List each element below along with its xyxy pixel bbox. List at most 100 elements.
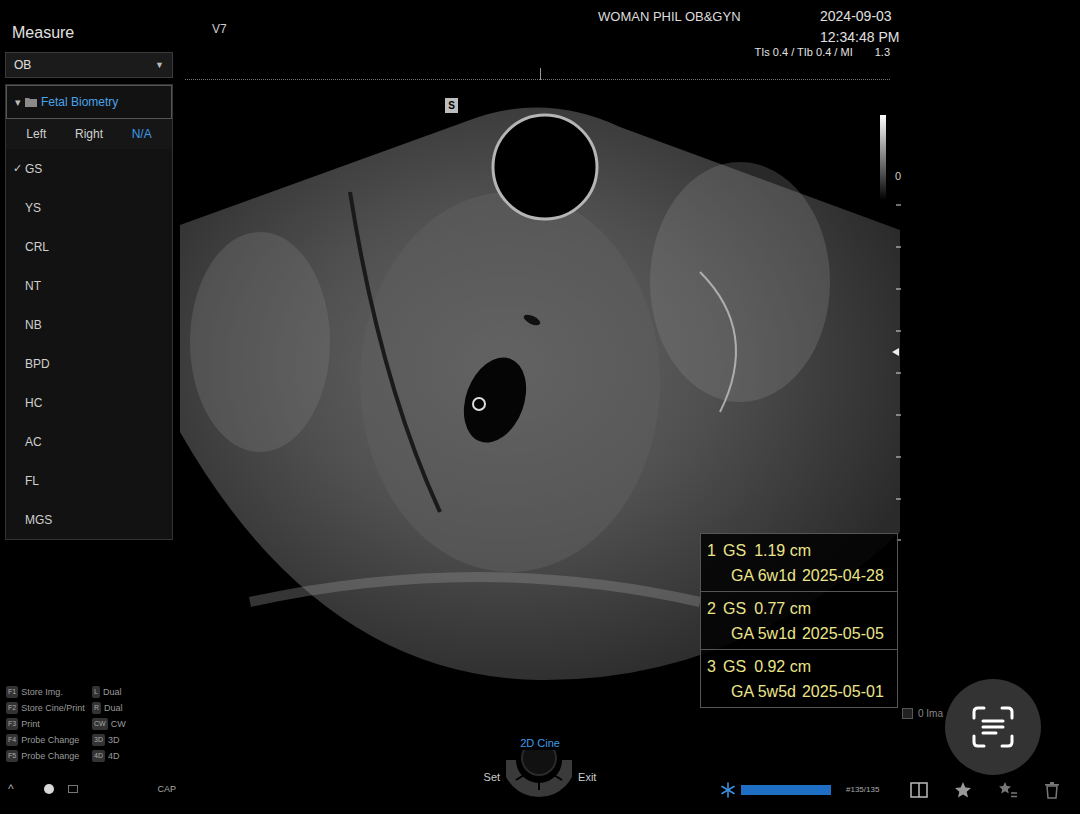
measurement-ga: GA 5w1d2025-05-05: [707, 621, 891, 646]
measurement-value: 1GS1.19 cm: [707, 538, 891, 563]
measure-item[interactable]: CRL: [6, 227, 172, 266]
mi-value: 1.3: [875, 46, 890, 58]
caps-indicator: CAP: [157, 784, 180, 794]
item-label: NT: [25, 279, 41, 293]
key-entry[interactable]: 4D4D: [92, 750, 119, 762]
key-entry[interactable]: F3Print: [6, 718, 92, 730]
key-row: F2Store Cine/PrintRDual: [6, 702, 180, 714]
indices-text: TIs 0.4 / TIb 0.4 / MI: [754, 46, 852, 58]
scan-text-icon: [971, 705, 1015, 749]
footer: 2D Cine Set Exit #135/135: [180, 725, 1080, 814]
side-option[interactable]: Right: [75, 127, 103, 141]
key-entry[interactable]: RDual: [92, 702, 123, 714]
measurement-entry: 2GS0.77 cmGA 5w1d2025-05-05: [701, 592, 897, 650]
measure-item[interactable]: YS: [6, 188, 172, 227]
key-entry[interactable]: F5Probe Change: [6, 750, 92, 762]
set-label[interactable]: Set: [484, 771, 501, 783]
star-icon[interactable]: [954, 781, 972, 799]
measure-item[interactable]: FL: [6, 461, 172, 500]
probe-label: V7: [212, 6, 598, 48]
key-badge: 4D: [92, 750, 105, 762]
freeze-icon[interactable]: [720, 782, 736, 798]
item-label: AC: [25, 435, 42, 449]
measure-item[interactable]: ✓GS: [6, 149, 172, 188]
key-legend: F1Store Img.LDualF2Store Cine/PrintRDual…: [0, 686, 180, 762]
key-row: F4Probe Change3D3D: [6, 734, 180, 746]
key-badge: F2: [6, 702, 18, 714]
header: V7WOMAN PHIL OB&GYN2024-09-0312:34:48 PM…: [180, 0, 1080, 82]
status-caret[interactable]: ^: [8, 782, 14, 796]
status-dot: [44, 784, 54, 794]
scan-text-button[interactable]: [945, 679, 1041, 775]
key-label: Dual: [104, 702, 123, 714]
item-label: MGS: [25, 513, 52, 527]
cine-frame: #135/135: [720, 782, 879, 798]
folder-row[interactable]: ▾ Fetal Biometry: [6, 85, 172, 119]
main-column: V7WOMAN PHIL OB&GYN2024-09-0312:34:48 PM…: [180, 0, 1080, 814]
key-label: Print: [21, 718, 40, 730]
trackball-icon[interactable]: [506, 750, 572, 804]
image-count[interactable]: 0 Ima: [902, 708, 943, 719]
star-list-icon[interactable]: [998, 781, 1018, 799]
monitor-icon: [68, 785, 78, 793]
key-badge: F4: [6, 734, 18, 746]
key-entry[interactable]: F4Probe Change: [6, 734, 92, 746]
ruler: [185, 79, 890, 80]
key-badge: 3D: [92, 734, 105, 746]
measure-panel: ▾ Fetal Biometry Left Right N/A ✓GSYSCRL NT NB B…: [5, 84, 173, 540]
key-entry[interactable]: F1Store Img.: [6, 686, 92, 698]
key-label: Store Img.: [21, 686, 63, 698]
key-row: F5Probe Change4D4D: [6, 750, 180, 762]
image-count-checkbox[interactable]: [902, 708, 913, 719]
exam-dropdown[interactable]: OB▼: [5, 52, 173, 78]
key-label: Probe Change: [21, 734, 79, 746]
cine-progress[interactable]: [741, 785, 831, 795]
measurement-entry: 3GS0.92 cmGA 5w5d2025-05-01: [701, 650, 897, 707]
header-row: V7WOMAN PHIL OB&GYN2024-09-0312:34:48 PM: [180, 0, 1080, 48]
exit-label[interactable]: Exit: [578, 771, 596, 783]
side-selector: Left Right N/A: [6, 119, 172, 149]
key-entry[interactable]: LDual: [92, 686, 121, 698]
measure-item[interactable]: NB: [6, 305, 172, 344]
split-view-icon[interactable]: [910, 782, 928, 798]
key-badge: F5: [6, 750, 18, 762]
measurement-value: 3GS0.92 cm: [707, 654, 891, 679]
left-column: Measure OB▼ ▾ Fetal Biometry Left Right N/A ✓GS…: [0, 0, 180, 814]
key-badge: CW: [92, 718, 108, 730]
key-entry[interactable]: 3D3D: [92, 734, 119, 746]
measurement-ga: GA 6w1d2025-04-28: [707, 563, 891, 588]
side-option[interactable]: Left: [26, 127, 46, 141]
key-badge: L: [92, 686, 100, 698]
key-label: 4D: [108, 750, 120, 762]
measure-title: Measure: [0, 0, 180, 44]
key-entry[interactable]: CWCW: [92, 718, 126, 730]
folder-caret: ▾: [15, 96, 21, 109]
side-option[interactable]: N/A: [132, 127, 152, 141]
key-label: Store Cine/Print: [21, 702, 85, 714]
toolbar: [910, 781, 1080, 799]
measurement-entry: 1GS1.19 cmGA 6w1d2025-04-28: [701, 534, 897, 592]
key-entry[interactable]: F2Store Cine/Print: [6, 702, 92, 714]
measure-item[interactable]: AC: [6, 422, 172, 461]
cine-mode: 2D Cine: [520, 736, 560, 750]
key-label: 3D: [108, 734, 120, 746]
folder-icon: [25, 97, 37, 107]
measurement-value: 2GS0.77 cm: [707, 596, 891, 621]
check-mark: ✓: [13, 162, 25, 175]
measure-item[interactable]: MGS: [6, 500, 172, 539]
folder-label: Fetal Biometry: [41, 95, 118, 109]
key-badge: R: [92, 702, 101, 714]
dropdown-caret: ▼: [155, 60, 164, 70]
trash-icon[interactable]: [1044, 781, 1060, 799]
image-count-label: 0 Ima: [918, 708, 943, 719]
orientation-marker: S: [445, 98, 458, 113]
measure-item[interactable]: NT: [6, 266, 172, 305]
status-row: ^ CAP: [0, 762, 180, 814]
grayscale-label: 0: [895, 170, 901, 182]
measurement-ga: GA 5w5d2025-05-01: [707, 679, 891, 704]
cine-progress-fill: [741, 785, 831, 795]
measure-item[interactable]: BPD: [6, 344, 172, 383]
item-label: NB: [25, 318, 42, 332]
thermal-indices: TIs 0.4 / TIb 0.4 / MI 1.3: [754, 46, 1080, 58]
measure-item[interactable]: HC: [6, 383, 172, 422]
